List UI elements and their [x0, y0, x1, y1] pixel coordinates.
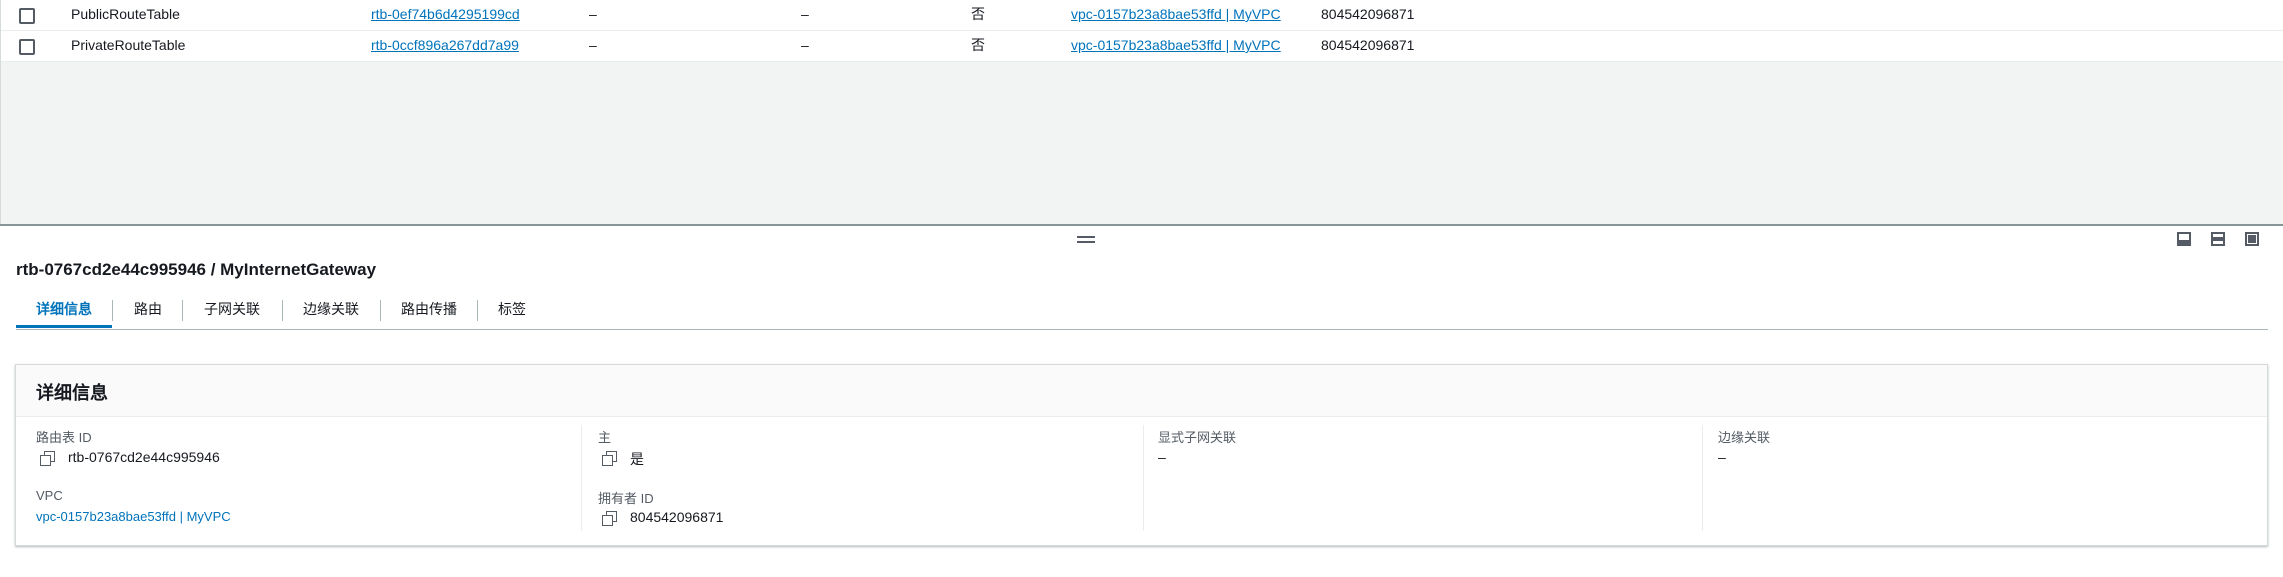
details-card: 详细信息 路由表 ID rtb-0767cd2e44c995946 VPC vp… — [15, 364, 2268, 546]
tab-divider — [282, 300, 283, 321]
row-main: 否 — [971, 6, 985, 22]
explicit-subnet-value: – — [1158, 449, 1166, 465]
copy-icon[interactable] — [602, 451, 617, 466]
split-panel-divider[interactable] — [0, 224, 2283, 226]
tab-divider — [112, 300, 113, 321]
column-divider — [581, 425, 582, 531]
row-checkbox[interactable] — [19, 39, 35, 55]
view-side-icon[interactable] — [2211, 232, 2225, 246]
row-name: PrivateRouteTable — [71, 37, 186, 53]
row-checkbox[interactable] — [19, 8, 35, 24]
tab-routes[interactable]: 路由 — [134, 295, 162, 328]
tab-details[interactable]: 详细信息 — [16, 295, 112, 328]
tab-edge-associations[interactable]: 边缘关联 — [303, 295, 359, 328]
tab-route-propagation[interactable]: 路由传播 — [401, 295, 457, 328]
row-route-table-id-link[interactable]: rtb-0ccf896a267dd7a99 — [371, 31, 519, 60]
owner-id-label: 拥有者 ID — [598, 491, 654, 506]
route-table-id-value: rtb-0767cd2e44c995946 — [68, 449, 220, 465]
tab-divider — [182, 300, 183, 321]
row-col4: – — [801, 37, 809, 53]
route-table-id-label: 路由表 ID — [36, 430, 92, 445]
edge-associations-value: – — [1718, 449, 1726, 465]
tab-subnet-associations[interactable]: 子网关联 — [204, 295, 260, 328]
vpc-link[interactable]: vpc-0157b23a8bae53ffd | MyVPC — [36, 509, 231, 524]
row-col4: – — [801, 6, 809, 22]
drag-handle-icon[interactable] — [1077, 236, 1095, 244]
row-name: PublicRouteTable — [71, 6, 180, 22]
view-full-icon[interactable] — [2245, 232, 2259, 246]
detail-tabs: 详细信息 路由 子网关联 边缘关联 路由传播 标签 — [16, 295, 2268, 330]
row-vpc-link[interactable]: vpc-0157b23a8bae53ffd | MyVPC — [1071, 0, 1281, 29]
tab-divider — [477, 300, 478, 321]
owner-id-value: 804542096871 — [630, 509, 724, 525]
row-owner: 804542096871 — [1321, 6, 1415, 22]
main-label: 主 — [598, 430, 612, 445]
row-col3: – — [589, 37, 597, 53]
row-main: 否 — [971, 37, 985, 53]
view-bottom-icon[interactable] — [2177, 232, 2191, 246]
explicit-subnet-label: 显式子网关联 — [1158, 430, 1237, 445]
row-vpc-link[interactable]: vpc-0157b23a8bae53ffd | MyVPC — [1071, 31, 1281, 60]
row-owner: 804542096871 — [1321, 37, 1415, 53]
tab-tags[interactable]: 标签 — [498, 295, 526, 328]
details-card-title: 详细信息 — [36, 383, 108, 403]
copy-icon[interactable] — [602, 511, 617, 526]
edge-associations-label: 边缘关联 — [1718, 430, 1771, 445]
main-value: 是 — [630, 451, 644, 467]
vpc-label: VPC — [36, 488, 63, 503]
route-table-list: PublicRouteTable rtb-0ef74b6d4295199cd –… — [0, 0, 2283, 225]
column-divider — [1143, 425, 1144, 531]
row-route-table-id-link[interactable]: rtb-0ef74b6d4295199cd — [371, 0, 520, 29]
copy-icon[interactable] — [40, 451, 55, 466]
panel-title: rtb-0767cd2e44c995946 / MyInternetGatewa… — [16, 260, 377, 279]
tab-divider — [380, 300, 381, 321]
table-row[interactable]: PublicRouteTable rtb-0ef74b6d4295199cd –… — [1, 0, 2283, 31]
table-row[interactable]: PrivateRouteTable rtb-0ccf896a267dd7a99 … — [1, 31, 2283, 62]
row-col3: – — [589, 6, 597, 22]
column-divider — [1702, 425, 1703, 531]
details-card-header: 详细信息 — [16, 365, 2267, 417]
